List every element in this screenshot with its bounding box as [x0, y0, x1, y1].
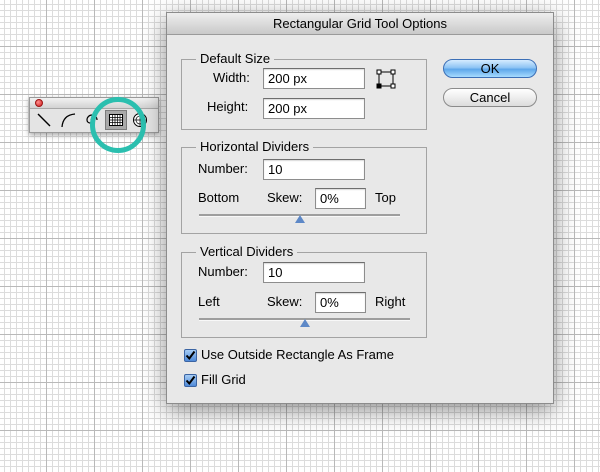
default-size-group: Default Size Width: Height:: [181, 51, 427, 130]
horizontal-skew-slider-thumb[interactable]: [294, 215, 305, 223]
height-label: Height:: [207, 99, 249, 114]
vertical-number-label: Number:: [198, 264, 248, 279]
horizontal-dividers-title: Horizontal Dividers: [196, 139, 314, 154]
horizontal-skew-right-label: Top: [375, 190, 396, 205]
horizontal-number-field[interactable]: [263, 159, 365, 180]
fill-grid-checkbox[interactable]: [184, 374, 197, 387]
use-outside-rectangle-label[interactable]: Use Outside Rectangle As Frame: [201, 347, 394, 363]
vertical-skew-right-label: Right: [375, 294, 406, 309]
tool-palette: [29, 97, 159, 133]
vertical-skew-left-label: Left: [198, 294, 220, 309]
palette-close-icon[interactable]: [35, 99, 43, 107]
palette-tools: [30, 109, 158, 131]
rectangular-grid-tool-icon[interactable]: [105, 110, 127, 130]
vertical-number-field[interactable]: [263, 262, 365, 283]
fill-grid-label[interactable]: Fill Grid: [201, 372, 246, 388]
rectangular-grid-options-dialog: Rectangular Grid Tool Options Default Si…: [166, 12, 554, 404]
polar-grid-tool-icon[interactable]: [129, 110, 151, 130]
reference-point-icon[interactable]: [376, 69, 396, 89]
cancel-button[interactable]: Cancel: [443, 88, 537, 107]
height-field[interactable]: [263, 98, 365, 119]
vertical-skew-slider-thumb[interactable]: [299, 319, 310, 327]
vertical-skew-field[interactable]: [315, 292, 366, 313]
palette-titlebar[interactable]: [30, 98, 158, 109]
ok-button[interactable]: OK: [443, 59, 537, 78]
vertical-dividers-title: Vertical Dividers: [196, 244, 298, 259]
use-outside-rectangle-checkbox[interactable]: [184, 349, 197, 362]
width-label: Width:: [213, 70, 250, 85]
horizontal-skew-left-label: Bottom: [198, 190, 240, 205]
horizontal-skew-label: Skew:: [267, 190, 303, 205]
spiral-tool-icon[interactable]: [81, 110, 103, 130]
width-field[interactable]: [263, 68, 365, 89]
horizontal-skew-field[interactable]: [315, 188, 366, 209]
vertical-dividers-group: Vertical Dividers Number: Left Skew: Rig…: [181, 244, 427, 338]
line-segment-tool-icon[interactable]: [33, 110, 55, 130]
default-size-title: Default Size: [196, 51, 275, 66]
horizontal-dividers-group: Horizontal Dividers Number: Bottom Skew:…: [181, 139, 427, 234]
horizontal-number-label: Number:: [198, 161, 248, 176]
dialog-title[interactable]: Rectangular Grid Tool Options: [167, 13, 553, 35]
arc-tool-icon[interactable]: [57, 110, 79, 130]
vertical-skew-label: Skew:: [267, 294, 303, 309]
